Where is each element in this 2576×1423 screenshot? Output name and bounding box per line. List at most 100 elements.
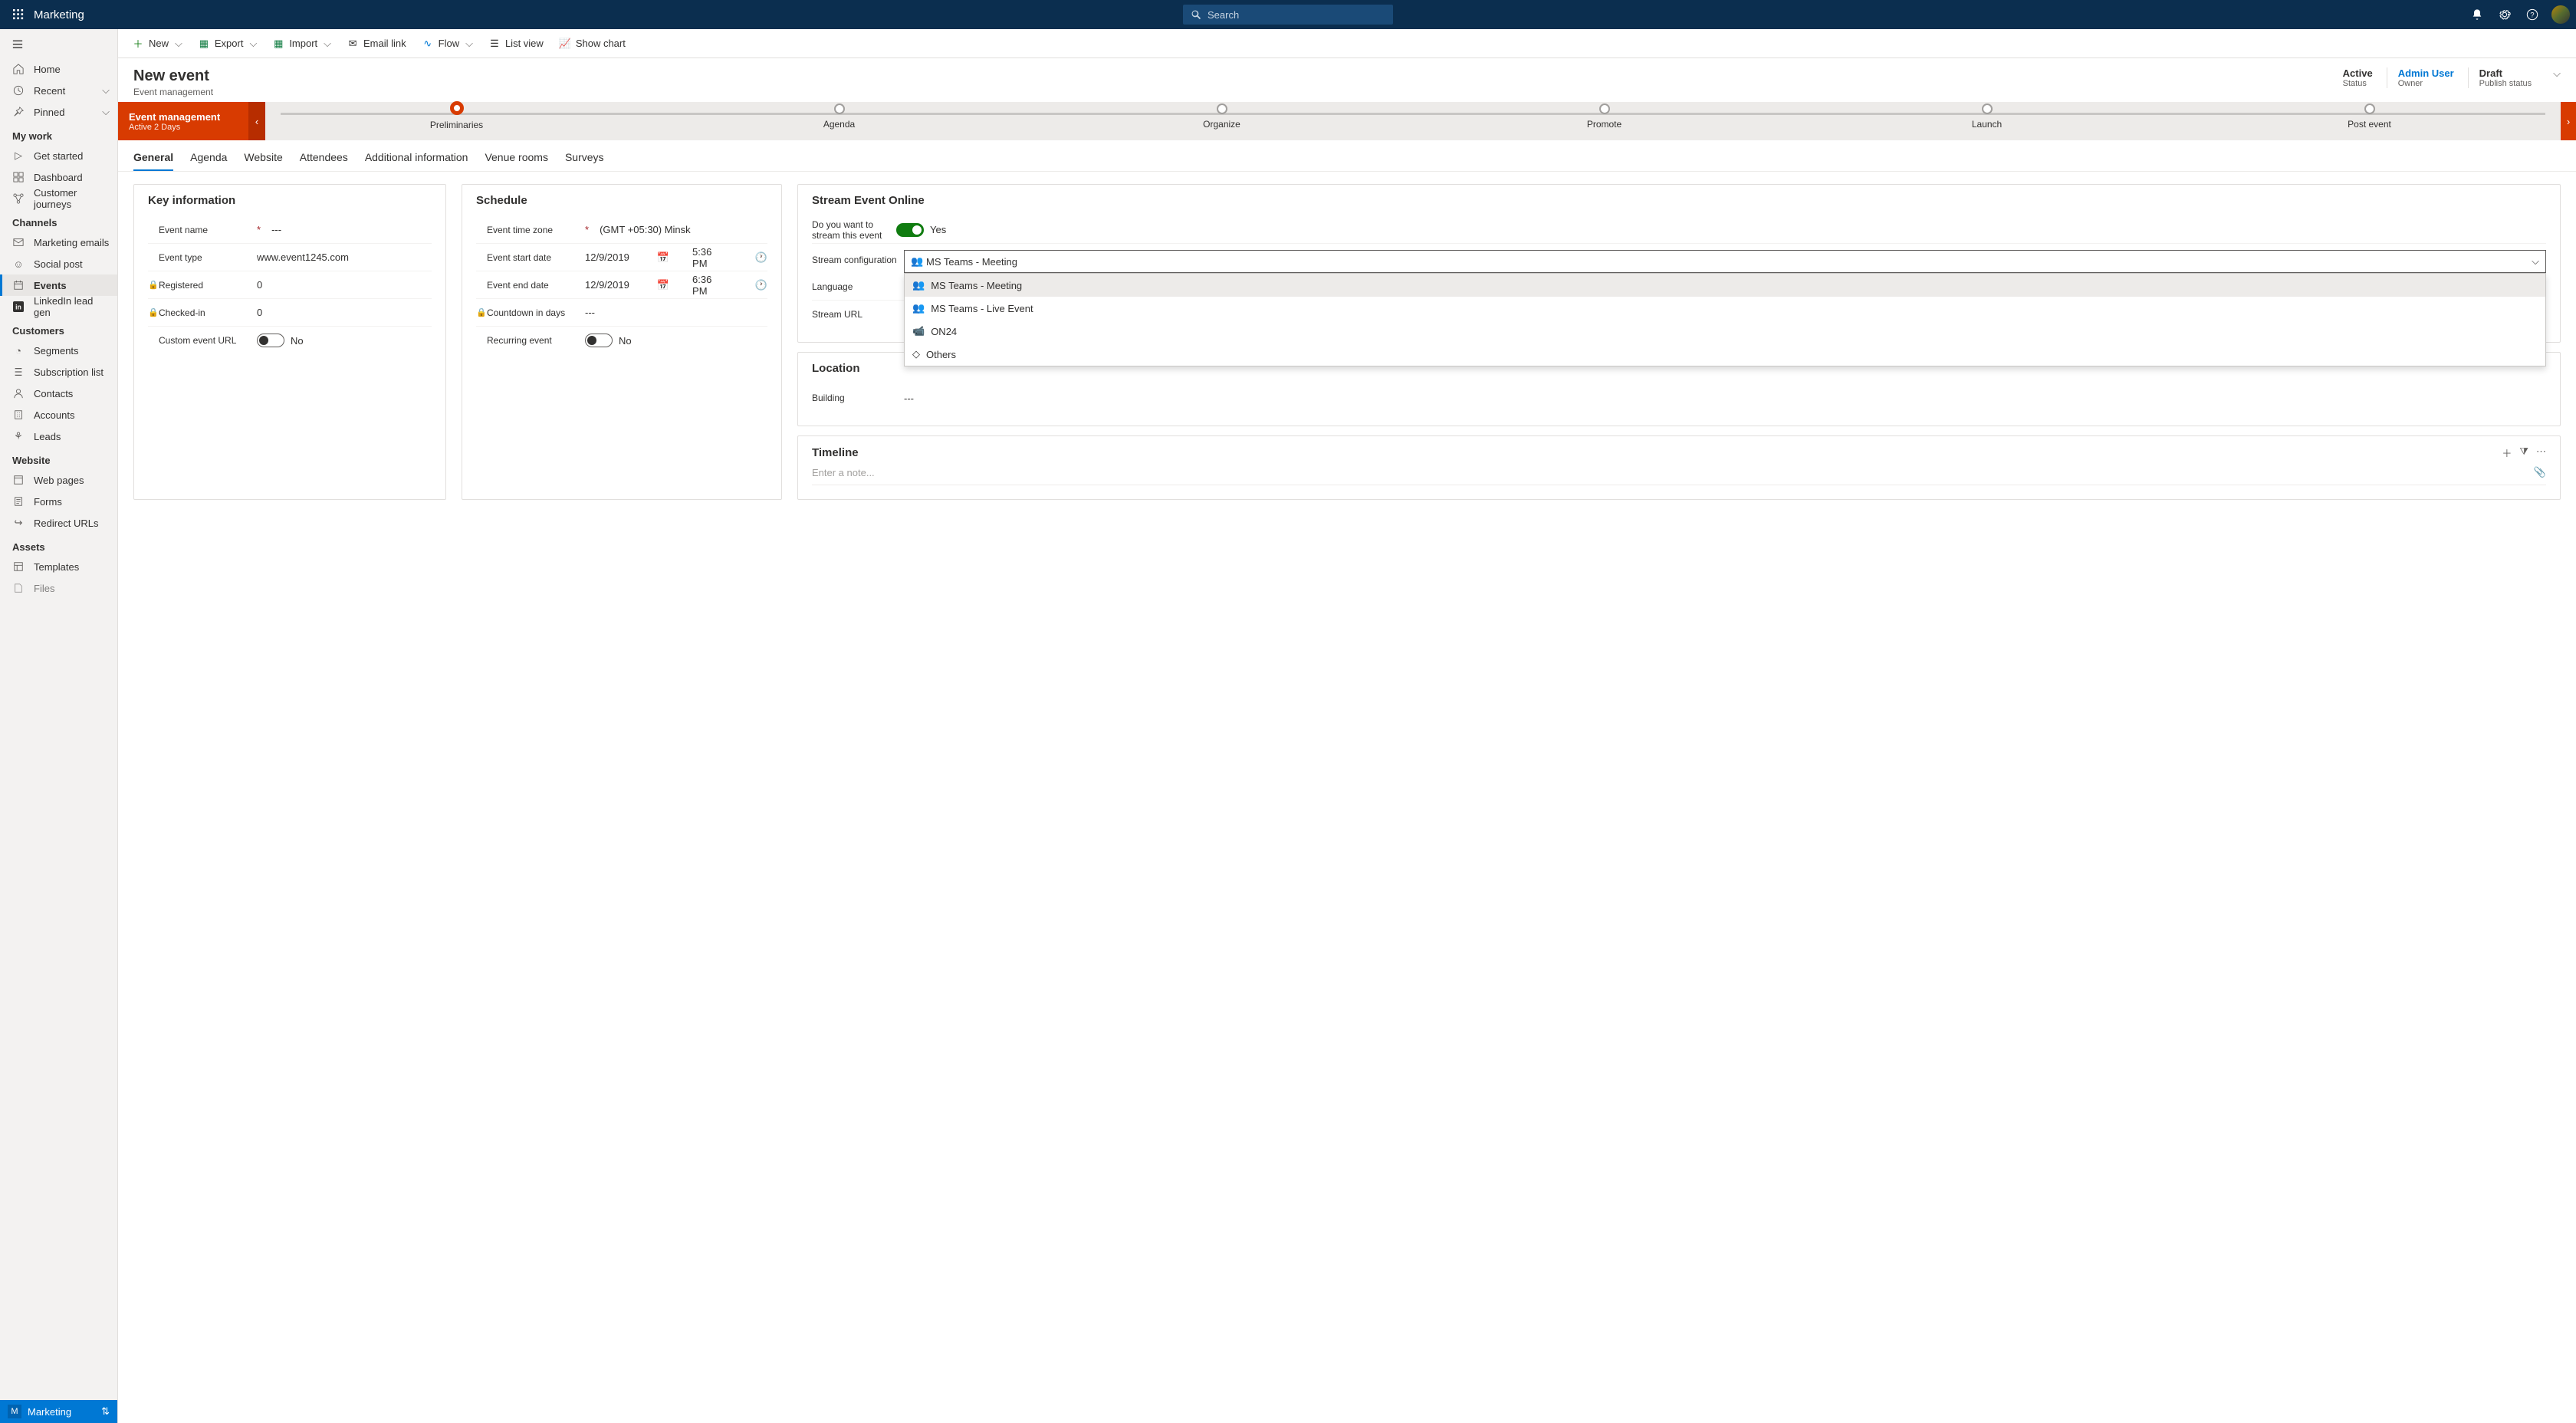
field-value: --- xyxy=(904,393,2546,404)
field-building[interactable]: Building --- xyxy=(812,384,2546,412)
stage-label: Preliminaries xyxy=(430,120,483,130)
sidebar-item-contacts[interactable]: Contacts xyxy=(0,383,117,404)
notifications-icon[interactable] xyxy=(2466,3,2489,26)
field-recurring[interactable]: Recurring event No xyxy=(476,327,767,354)
field-label: Recurring event xyxy=(487,335,585,346)
user-avatar[interactable] xyxy=(2551,5,2570,24)
dropdown-option-on24[interactable]: 📹ON24 xyxy=(905,320,2545,343)
sidebar-item-linkedin[interactable]: inLinkedIn lead gen xyxy=(0,296,117,317)
field-label: Language xyxy=(812,281,904,292)
toggle-stream[interactable] xyxy=(896,223,924,237)
header-expand-button[interactable]: ⌵ xyxy=(2545,67,2561,80)
nav-label: Dashboard xyxy=(34,172,83,183)
tab-website[interactable]: Website xyxy=(244,146,282,171)
sidebar-item-getstarted[interactable]: ▷Get started xyxy=(0,145,117,166)
nav-label: Events xyxy=(34,280,67,291)
global-search[interactable]: Search xyxy=(1183,5,1393,25)
stat-value: Admin User xyxy=(2398,67,2454,79)
option-label: ON24 xyxy=(931,326,957,337)
sidebar-item-redirect[interactable]: ↪Redirect URLs xyxy=(0,512,117,534)
toggle-custom-url[interactable] xyxy=(257,334,284,347)
sidebar-item-dashboard[interactable]: Dashboard xyxy=(0,166,117,188)
field-stream-toggle[interactable]: Do you want to stream this event Yes xyxy=(812,216,2546,244)
help-icon[interactable]: ? xyxy=(2521,3,2544,26)
stage-label: Post event xyxy=(2348,119,2391,130)
field-start-date[interactable]: Event start date 12/9/2019 📅 5:36 PM 🕐 xyxy=(476,244,767,271)
stream-config-dropdown[interactable]: 👥 MS Teams - Meeting ⌵ 👥MS Teams - Meeti… xyxy=(904,250,2546,273)
bpf-prev-button[interactable]: ‹ xyxy=(248,102,265,140)
timeline-note-input[interactable]: Enter a note... 📎 xyxy=(812,460,2546,485)
bpf-stage-agenda[interactable]: Agenda xyxy=(648,102,1030,140)
timeline-more-button[interactable]: ⋯ xyxy=(2536,445,2546,460)
field-event-type[interactable]: Event type www.event1245.com xyxy=(148,244,432,271)
dropdown-option-teams-meeting[interactable]: 👥MS Teams - Meeting xyxy=(905,274,2545,297)
area-switcher[interactable]: M Marketing ⇅ xyxy=(0,1400,117,1423)
tab-venuerooms[interactable]: Venue rooms xyxy=(485,146,548,171)
bpf-next-button[interactable]: › xyxy=(2561,102,2576,140)
field-label: Checked-in xyxy=(159,307,257,318)
sidebar-item-leads[interactable]: ⚘Leads xyxy=(0,426,117,447)
sidebar-item-recent[interactable]: Recent⌵ xyxy=(0,80,117,101)
field-event-name[interactable]: Event name* --- xyxy=(148,216,432,244)
sidebar-item-subscription[interactable]: Subscription list xyxy=(0,361,117,383)
header-stat-publish: DraftPublish status xyxy=(2468,67,2532,88)
sidebar-item-events[interactable]: Events xyxy=(0,274,117,296)
settings-icon[interactable] xyxy=(2493,3,2516,26)
tab-general[interactable]: General xyxy=(133,146,173,171)
lock-icon: 🔒 xyxy=(148,280,159,290)
header-stat-owner[interactable]: Admin UserOwner xyxy=(2387,67,2454,88)
calendar-icon[interactable]: 📅 xyxy=(657,251,669,264)
sidebar-item-home[interactable]: Home xyxy=(0,58,117,80)
bpf-stage-preliminaries[interactable]: Preliminaries xyxy=(265,102,648,140)
bpf-stage-promote[interactable]: Promote xyxy=(1413,102,1796,140)
dropdown-option-others[interactable]: ◇Others xyxy=(905,343,2545,366)
field-end-date[interactable]: Event end date 12/9/2019 📅 6:36 PM 🕐 xyxy=(476,271,767,299)
listview-button[interactable]: ☰List view xyxy=(482,31,550,56)
sidebar-item-accounts[interactable]: Accounts xyxy=(0,404,117,426)
field-timezone[interactable]: Event time zone* (GMT +05:30) Minsk xyxy=(476,216,767,244)
tab-agenda[interactable]: Agenda xyxy=(190,146,227,171)
attach-icon[interactable]: 📎 xyxy=(2534,466,2546,478)
sidebar-item-journeys[interactable]: Customer journeys xyxy=(0,188,117,209)
sidebar-section-customers: Customers xyxy=(0,317,117,340)
tab-surveys[interactable]: Surveys xyxy=(565,146,604,171)
sidebar-item-emails[interactable]: Marketing emails xyxy=(0,232,117,253)
tab-attendees[interactable]: Attendees xyxy=(300,146,348,171)
dropdown-option-teams-live[interactable]: 👥MS Teams - Live Event xyxy=(905,297,2545,320)
clock-icon[interactable]: 🕐 xyxy=(755,279,767,291)
toggle-recurring[interactable] xyxy=(585,334,613,347)
sidebar-toggle[interactable] xyxy=(0,29,117,58)
app-launcher-icon[interactable] xyxy=(6,2,31,27)
field-value: --- xyxy=(271,224,432,235)
new-button[interactable]: ＋New⌵ xyxy=(126,31,189,56)
clock-icon[interactable]: 🕐 xyxy=(755,251,767,264)
sidebar-item-webpages[interactable]: Web pages xyxy=(0,469,117,491)
sidebar-item-pinned[interactable]: Pinned⌵ xyxy=(0,101,117,123)
stage-dot xyxy=(1599,104,1610,114)
timeline-add-button[interactable]: ＋ xyxy=(2502,445,2512,460)
sidebar-item-social[interactable]: ☺Social post xyxy=(0,253,117,274)
teams-icon: 👥 xyxy=(912,302,925,314)
bpf-active-stage[interactable]: Event management Active 2 Days xyxy=(118,102,248,140)
sidebar-item-templates[interactable]: Templates xyxy=(0,556,117,577)
sidebar-item-forms[interactable]: Forms xyxy=(0,491,117,512)
emaillink-button[interactable]: ✉Email link xyxy=(340,31,412,56)
flow-button[interactable]: ∿Flow⌵ xyxy=(416,31,479,56)
bpf-stage-organize[interactable]: Organize xyxy=(1030,102,1413,140)
tab-additional[interactable]: Additional information xyxy=(365,146,468,171)
sidebar-item-files[interactable]: Files xyxy=(0,577,117,599)
calendar-icon[interactable]: 📅 xyxy=(657,279,669,291)
showchart-button[interactable]: 📈Show chart xyxy=(553,31,632,56)
bpf-stage-launch[interactable]: Launch xyxy=(1796,102,2178,140)
field-value: (GMT +05:30) Minsk xyxy=(600,224,767,235)
sidebar-item-segments[interactable]: ◔Segments xyxy=(0,340,117,361)
teams-icon: 👥 xyxy=(911,255,922,268)
export-button[interactable]: ▦Export⌵ xyxy=(192,31,263,56)
teams-icon: 👥 xyxy=(912,279,925,291)
bpf-stage-postevent[interactable]: Post event xyxy=(2178,102,2561,140)
field-custom-url[interactable]: Custom event URL No xyxy=(148,327,432,354)
import-button[interactable]: ▦Import⌵ xyxy=(266,31,337,56)
dropdown-menu: 👥MS Teams - Meeting 👥MS Teams - Live Eve… xyxy=(904,273,2546,366)
nav-label: Accounts xyxy=(34,409,74,421)
timeline-filter-button[interactable]: ⧩ xyxy=(2519,445,2528,460)
